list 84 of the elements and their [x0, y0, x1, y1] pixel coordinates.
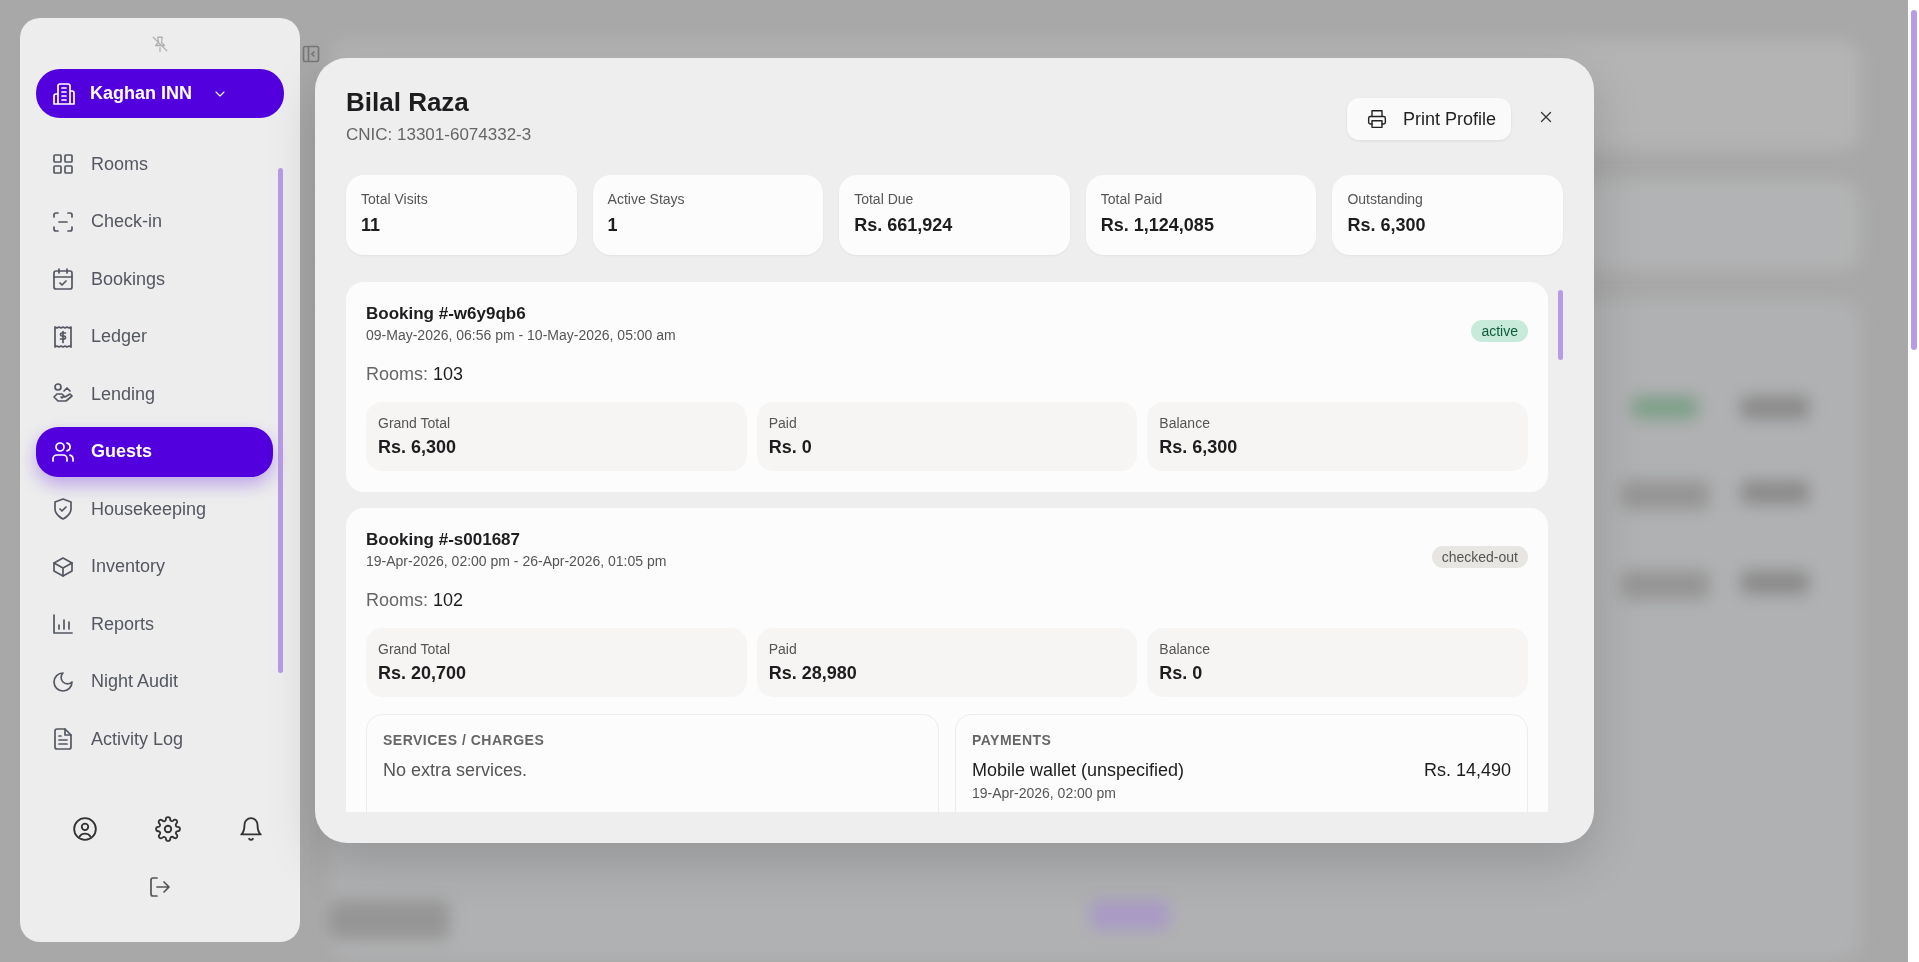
amount-value: Rs. 0: [768, 437, 813, 458]
nav-item[interactable]: Inventory: [36, 541, 273, 592]
stat-label: Outstanding: [1347, 191, 1424, 207]
user-avatar-icon[interactable]: [72, 816, 98, 842]
nav-item[interactable]: Lending: [36, 369, 273, 419]
nav-item[interactable]: Housekeeping: [36, 484, 273, 534]
sidebar-toggle-icon[interactable]: [301, 44, 321, 64]
status-badge: checked-out: [1431, 546, 1528, 568]
guest-cnic: CNIC: 13301-6074332-3: [346, 124, 533, 146]
stat-value: 1: [607, 215, 619, 236]
booking-dates: 09-May-2026, 06:56 pm - 10-May-2026, 05:00 am: [366, 326, 677, 344]
amount-value: Rs. 20,700: [378, 663, 468, 684]
logout-icon[interactable]: [148, 875, 172, 899]
printer-icon: [1366, 109, 1387, 129]
receipt-icon: [51, 324, 75, 349]
nav-label: Inventory: [91, 556, 166, 577]
booking-title: Booking #-w6y9qb6: [366, 303, 527, 325]
list-scrollbar[interactable]: [1558, 290, 1563, 360]
stat-label: Total Due: [854, 191, 915, 207]
amount-label: Grand Total: [378, 415, 452, 431]
amount-label: Paid: [768, 641, 798, 657]
nav-label: Activity Log: [91, 728, 184, 750]
nav-item[interactable]: Night Audit: [36, 656, 273, 707]
nav-item[interactable]: Check-in: [36, 196, 273, 247]
users-icon: [51, 439, 75, 464]
stat-value: Rs. 1,124,085: [1100, 215, 1215, 236]
payment-date: 19-Apr-2026, 02:00 pm: [972, 785, 1117, 801]
amount-value: Rs. 0: [1159, 663, 1204, 684]
nav-item[interactable]: Guests: [36, 426, 273, 477]
booking-dates: 19-Apr-2026, 02:00 pm - 26-Apr-2026, 01:05 pm: [366, 552, 668, 570]
document-icon: [51, 727, 75, 751]
stat-value: Rs. 6,300: [1347, 215, 1427, 236]
rooms-label: Rooms:: [366, 364, 428, 384]
print-profile-button[interactable]: Print Profile: [1346, 98, 1511, 140]
calendar-icon: [51, 267, 75, 291]
stat-label: Active Stays: [607, 191, 686, 207]
nav-item[interactable]: Activity Log: [36, 714, 273, 764]
building-icon: [52, 81, 76, 106]
nav-label: Ledger: [91, 326, 148, 347]
bar-chart-icon: [51, 612, 75, 636]
amount-value: Rs. 6,300: [378, 437, 458, 458]
page-scrollbar[interactable]: [1908, 0, 1919, 962]
nav-label: Check-in: [91, 211, 163, 232]
bell-icon[interactable]: [238, 816, 264, 842]
stat-value: Rs. 661,924: [854, 215, 954, 236]
guest-name: Bilal Raza: [346, 86, 470, 118]
section-title: PAYMENTS: [972, 732, 1053, 748]
stat-label: Total Visits: [361, 191, 429, 207]
booking-title: Booking #-s001687: [366, 529, 521, 551]
status-badge: active: [1471, 320, 1528, 342]
section-title: SERVICES / CHARGES: [383, 732, 546, 748]
nav-label: Night Audit: [91, 671, 179, 692]
nav-label: Rooms: [91, 153, 148, 175]
nav-item[interactable]: Rooms: [36, 139, 273, 189]
rooms-label: Rooms:: [366, 590, 428, 610]
amount-label: Balance: [1159, 641, 1211, 657]
payment-amount: Rs. 14,490: [1423, 760, 1511, 781]
nav-label: Bookings: [91, 268, 166, 290]
shield-check-icon: [51, 497, 75, 521]
nav-label: Reports: [91, 613, 155, 635]
hotel-selector[interactable]: Kaghan INN: [36, 69, 284, 118]
amount-value: Rs. 6,300: [1159, 437, 1239, 458]
nav-label: Guests: [91, 441, 153, 462]
room-number: 102: [433, 590, 464, 610]
nav-label: Housekeeping: [91, 498, 207, 520]
moon-icon: [51, 669, 75, 694]
settings-icon[interactable]: [155, 816, 181, 842]
amount-label: Balance: [1159, 415, 1211, 431]
nav-item[interactable]: Reports: [36, 599, 273, 649]
stat-label: Total Paid: [1100, 191, 1164, 207]
amount-label: Paid: [768, 415, 798, 431]
grid-icon: [51, 152, 75, 176]
sidebar-scrollbar[interactable]: [278, 168, 283, 673]
amount-label: Grand Total: [378, 641, 452, 657]
room-number: 103: [433, 364, 464, 384]
payment-method: Mobile wallet (unspecified): [972, 760, 1185, 781]
nav-item[interactable]: Bookings: [36, 254, 273, 304]
stat-value: 11: [361, 215, 382, 236]
nav-label: Lending: [91, 383, 156, 405]
scan-icon: [51, 209, 75, 234]
amount-value: Rs. 28,980: [768, 663, 858, 684]
nav-item[interactable]: Ledger: [36, 311, 273, 362]
box-icon: [51, 554, 75, 579]
empty-message: No extra services.: [383, 760, 529, 781]
